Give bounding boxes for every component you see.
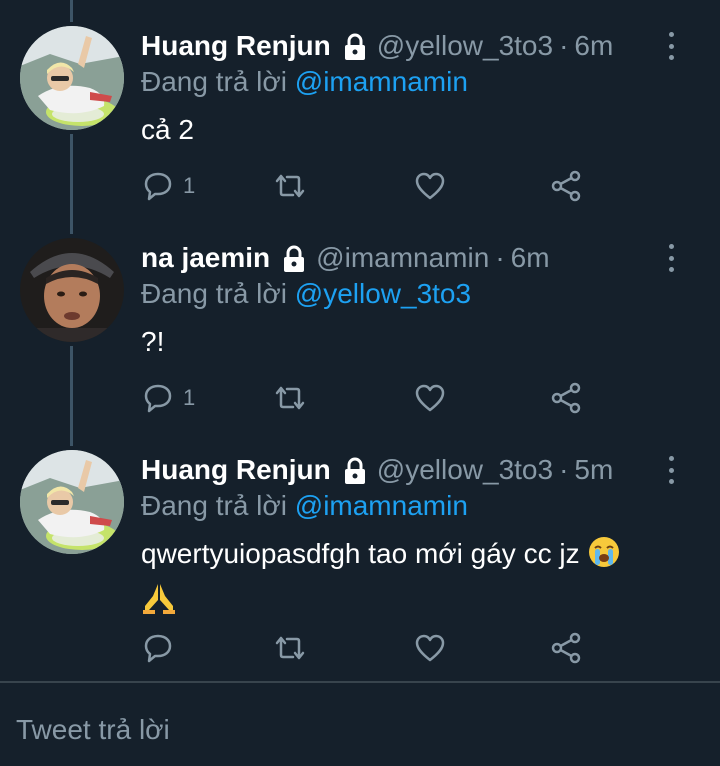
more-options-icon[interactable] xyxy=(664,244,678,272)
avatar-renjun-image xyxy=(20,450,124,554)
reply-composer-input[interactable]: Tweet trả lời xyxy=(16,710,170,750)
tweet-1[interactable]: Huang Renjun @yellow_3to3 · 6m Đang trả … xyxy=(0,0,720,212)
heart-icon xyxy=(415,172,445,200)
tweet-3[interactable]: Huang Renjun @yellow_3to3 · 5m Đang trả … xyxy=(0,424,720,681)
avatar[interactable] xyxy=(20,450,124,554)
reply-count: 1 xyxy=(183,385,196,410)
tweet-body: qwertyuiopasdfgh tao mới gáy cc jz xyxy=(141,534,681,627)
retweet-button[interactable] xyxy=(273,628,307,668)
mention-link[interactable]: @imamnamin xyxy=(295,66,468,97)
separator-dot: · xyxy=(495,242,505,273)
separator-dot: · xyxy=(559,30,569,61)
heart-icon xyxy=(415,634,445,662)
like-button[interactable] xyxy=(413,378,447,418)
lock-icon xyxy=(282,244,306,272)
share-button[interactable] xyxy=(549,628,583,668)
lock-icon xyxy=(343,32,367,60)
username[interactable]: @imamnamin xyxy=(316,238,489,278)
reply-button[interactable] xyxy=(141,628,175,668)
tweet-header: Huang Renjun @yellow_3to3 · 6m xyxy=(141,26,613,66)
tweet-actions: 1 xyxy=(141,166,601,206)
avatar[interactable] xyxy=(20,238,124,342)
like-button[interactable] xyxy=(413,166,447,206)
username[interactable]: @yellow_3to3 xyxy=(377,26,553,66)
display-name[interactable]: na jaemin xyxy=(141,238,270,278)
tweet-header: na jaemin @imamnamin · 6m xyxy=(141,238,550,278)
more-options-icon[interactable] xyxy=(664,456,678,484)
tweet-text: ?! xyxy=(141,326,165,357)
tweet-header: Huang Renjun @yellow_3to3 · 5m xyxy=(141,450,613,490)
share-icon xyxy=(551,632,581,664)
replying-to: Đang trả lời @imamnamin xyxy=(141,488,468,524)
display-name[interactable]: Huang Renjun xyxy=(141,450,331,490)
retweet-icon xyxy=(275,386,305,410)
separator-dot: · xyxy=(559,454,569,485)
share-button[interactable] xyxy=(549,378,583,418)
lock-icon xyxy=(343,456,367,484)
display-name[interactable]: Huang Renjun xyxy=(141,26,331,66)
composer-divider xyxy=(0,681,720,683)
reply-button[interactable]: 1 xyxy=(141,378,195,418)
reply-icon xyxy=(144,634,172,663)
tweet-text: cả 2 xyxy=(141,114,194,145)
share-icon xyxy=(551,170,581,202)
heart-icon xyxy=(415,384,445,412)
share-button[interactable] xyxy=(549,166,583,206)
reply-button[interactable]: 1 xyxy=(141,166,195,206)
username[interactable]: @yellow_3to3 xyxy=(377,450,553,490)
loudly-crying-face-icon xyxy=(587,535,621,580)
tweet-actions xyxy=(141,628,601,668)
retweet-button[interactable] xyxy=(273,378,307,418)
more-options-icon[interactable] xyxy=(664,32,678,60)
retweet-icon xyxy=(275,636,305,660)
tweet-text: qwertyuiopasdfgh tao mới gáy cc jz xyxy=(141,538,580,569)
reply-count: 1 xyxy=(183,173,196,198)
mention-link[interactable]: @yellow_3to3 xyxy=(295,278,471,309)
timestamp[interactable]: 6m xyxy=(511,238,550,278)
replying-to: Đang trả lời @yellow_3to3 xyxy=(141,276,471,312)
reply-icon xyxy=(144,384,172,413)
replying-label: Đang trả lời xyxy=(141,278,287,309)
like-button[interactable] xyxy=(413,628,447,668)
avatar[interactable] xyxy=(20,26,124,130)
reply-icon xyxy=(144,172,172,201)
replying-label: Đang trả lời xyxy=(141,490,287,521)
avatar-renjun-image xyxy=(20,26,124,130)
replying-to: Đang trả lời @imamnamin xyxy=(141,64,468,100)
timestamp[interactable]: 6m xyxy=(574,26,613,66)
mention-link[interactable]: @imamnamin xyxy=(295,490,468,521)
folded-hands-icon xyxy=(141,580,177,627)
tweet-actions: 1 xyxy=(141,378,601,418)
tweet-2[interactable]: na jaemin @imamnamin · 6m Đang trả lời @… xyxy=(0,212,720,424)
replying-label: Đang trả lời xyxy=(141,66,287,97)
share-icon xyxy=(551,382,581,414)
retweet-icon xyxy=(275,174,305,198)
timestamp[interactable]: 5m xyxy=(574,450,613,490)
avatar-jaemin-image xyxy=(20,238,124,342)
retweet-button[interactable] xyxy=(273,166,307,206)
